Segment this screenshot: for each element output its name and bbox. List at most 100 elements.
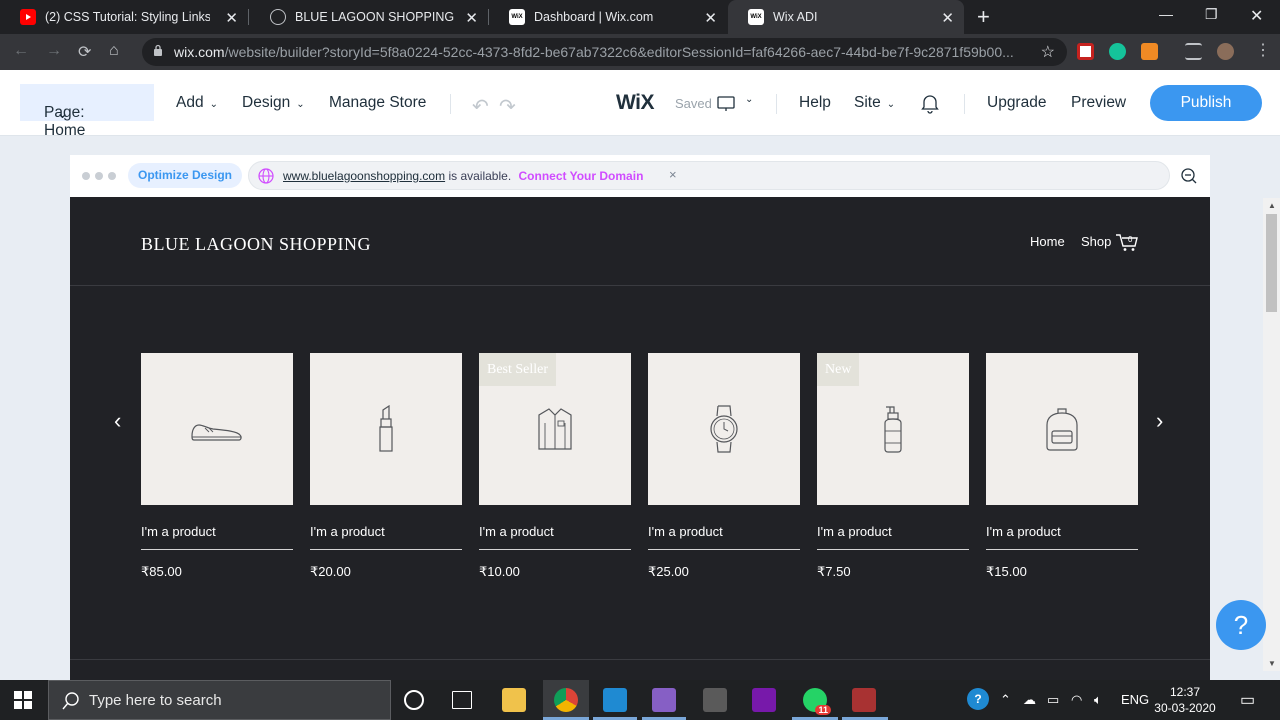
minimize-icon[interactable]: — (1159, 6, 1173, 22)
extension-badge-icon[interactable] (1141, 43, 1158, 60)
extension-grammarly-icon[interactable] (1109, 43, 1126, 60)
git-tool-icon[interactable] (703, 688, 727, 712)
saved-label: Saved (675, 96, 712, 111)
onenote-icon[interactable] (752, 688, 776, 712)
forward-icon[interactable]: → (46, 42, 62, 60)
product-card[interactable]: Best Seller I'm a product ₹10.00 (479, 353, 631, 580)
slider-prev-arrow[interactable]: ‹ (114, 408, 121, 434)
bookmark-star-icon[interactable]: ☆ (1041, 42, 1055, 62)
media-control-icon[interactable] (1185, 43, 1202, 60)
product-image[interactable] (141, 353, 293, 505)
manage-store-menu[interactable]: Manage Store (329, 94, 426, 112)
file-explorer-icon[interactable] (502, 688, 526, 712)
volume-icon[interactable]: 🔈︎ (1094, 692, 1102, 708)
whatsapp-icon[interactable]: 11 (803, 688, 831, 715)
tab-css-tutorial[interactable]: (2) CSS Tutorial: Styling Links & B ✕ (0, 0, 248, 34)
onedrive-icon[interactable]: ☁ (1023, 692, 1036, 708)
tab-wix-dashboard[interactable]: WiX Dashboard | Wix.com ✕ (489, 0, 727, 34)
product-card[interactable]: I'm a product ₹25.00 (648, 353, 800, 580)
nav-shop-link[interactable]: Shop (1081, 234, 1111, 249)
search-icon (62, 692, 79, 710)
close-window-icon[interactable]: ✕ (1250, 6, 1263, 26)
vertical-scrollbar[interactable]: ▲ ▼ (1263, 198, 1280, 671)
product-name[interactable]: I'm a product (986, 524, 1138, 539)
windows-start-icon[interactable] (14, 691, 32, 709)
help-tray-icon[interactable]: ? (967, 688, 989, 710)
product-card[interactable]: I'm a product ₹15.00 (986, 353, 1138, 580)
divider (964, 94, 965, 114)
product-image[interactable] (986, 353, 1138, 505)
profile-avatar[interactable] (1217, 43, 1234, 60)
slider-next-arrow[interactable]: › (1156, 408, 1163, 434)
extension-pocket-icon[interactable] (1077, 43, 1094, 60)
tab-wix-adi[interactable]: WiX Wix ADI ✕ (728, 0, 964, 34)
product-divider (648, 549, 800, 550)
visual-studio-icon[interactable] (652, 688, 676, 712)
winrar-icon[interactable] (852, 688, 876, 712)
optimize-design-button[interactable]: Optimize Design (128, 163, 243, 188)
reload-icon[interactable]: ⟳ (78, 42, 91, 62)
close-tab-icon[interactable]: ✕ (465, 9, 478, 27)
taskbar-search[interactable]: Type here to search (48, 680, 391, 720)
product-name[interactable]: I'm a product (479, 524, 631, 539)
scroll-up-icon[interactable]: ▲ (1268, 201, 1276, 210)
product-name[interactable]: I'm a product (141, 524, 293, 539)
close-tab-icon[interactable]: ✕ (704, 9, 717, 27)
scrollbar-thumb[interactable] (1266, 214, 1277, 312)
back-icon[interactable]: ← (13, 42, 29, 60)
site-menu[interactable]: Site ⌄ (854, 94, 895, 112)
menu-kebab-icon[interactable]: ⋮ (1255, 40, 1271, 60)
show-hidden-icons[interactable]: ⌃ (1000, 692, 1011, 708)
chrome-icon[interactable] (554, 688, 578, 712)
language-indicator[interactable]: ENG (1121, 692, 1149, 707)
redo-icon[interactable]: ↷ (499, 94, 516, 119)
nav-home-link[interactable]: Home (1030, 234, 1065, 249)
notifications-bell-icon[interactable] (920, 93, 940, 114)
restore-icon[interactable]: ❐ (1205, 6, 1218, 23)
product-name[interactable]: I'm a product (648, 524, 800, 539)
product-name[interactable]: I'm a product (817, 524, 969, 539)
home-icon[interactable]: ⌂ (109, 42, 119, 60)
upgrade-link[interactable]: Upgrade (987, 94, 1046, 112)
product-card[interactable]: New I'm a product ₹7.50 (817, 353, 969, 580)
tab-blue-lagoon[interactable]: BLUE LAGOON SHOPPING ✕ (250, 0, 488, 34)
product-image[interactable] (648, 353, 800, 505)
close-tab-icon[interactable]: ✕ (225, 9, 238, 27)
chevron-down-icon[interactable]: ⌄ (745, 94, 753, 105)
product-image[interactable]: New (817, 353, 969, 505)
close-notice-icon[interactable]: × (669, 167, 677, 182)
vscode-icon[interactable] (603, 688, 627, 712)
domain-message: www.bluelagoonshopping.com is available.… (283, 169, 643, 183)
url-host: wix.com (174, 44, 225, 60)
undo-icon[interactable]: ↶ (472, 94, 489, 119)
add-menu[interactable]: Add ⌄ (176, 94, 218, 112)
close-tab-icon[interactable]: ✕ (941, 9, 954, 27)
site-title[interactable]: BLUE LAGOON SHOPPING (141, 234, 371, 255)
zoom-out-icon[interactable] (1180, 167, 1198, 185)
address-bar[interactable]: wix.com/website/builder?storyId=5f8a0224… (142, 38, 1067, 66)
preview-link[interactable]: Preview (1071, 94, 1126, 112)
wifi-icon[interactable]: ◠ (1071, 692, 1082, 708)
cart-icon[interactable]: 0 (1115, 232, 1139, 252)
system-clock[interactable]: 12:37 30-03-2020 (1152, 684, 1218, 716)
scroll-down-icon[interactable]: ▼ (1268, 659, 1276, 668)
cortana-icon[interactable] (404, 690, 424, 710)
desktop-view-icon[interactable] (717, 96, 737, 113)
publish-button[interactable]: Publish (1150, 85, 1262, 121)
help-button[interactable]: ? (1216, 600, 1266, 650)
product-image[interactable]: Best Seller (479, 353, 631, 505)
connect-domain-link[interactable]: Connect Your Domain (519, 169, 644, 183)
window-dots-icon (82, 172, 116, 180)
help-menu[interactable]: Help (799, 94, 831, 112)
notification-center-icon[interactable]: ▭ (1240, 690, 1255, 710)
product-name[interactable]: I'm a product (310, 524, 462, 539)
task-view-icon[interactable] (452, 691, 472, 709)
product-card[interactable]: I'm a product ₹85.00 (141, 353, 293, 580)
product-image[interactable] (310, 353, 462, 505)
saved-status: Saved (675, 96, 712, 111)
battery-icon[interactable]: ▭ (1047, 692, 1059, 708)
page-selector[interactable]: Page: Home ⌄ (20, 84, 154, 139)
product-card[interactable]: I'm a product ₹20.00 (310, 353, 462, 580)
design-menu[interactable]: Design ⌄ (242, 94, 305, 112)
new-tab-button[interactable]: + (977, 4, 990, 30)
